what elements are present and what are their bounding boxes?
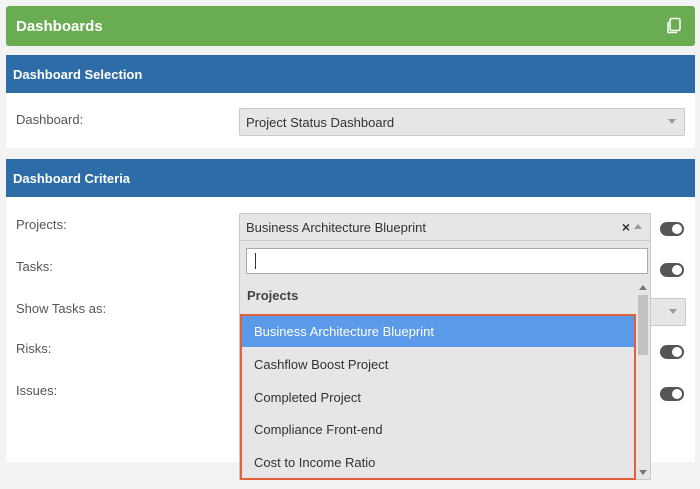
scroll-down-icon[interactable] — [639, 470, 647, 475]
scroll-up-icon[interactable] — [639, 285, 647, 290]
projects-toggle[interactable] — [660, 222, 684, 236]
section-title: Dashboard Selection — [13, 66, 143, 82]
issues-toggle[interactable] — [660, 387, 684, 401]
risks-label: Risks: — [16, 341, 52, 356]
projects-select-value: Business Architecture Blueprint — [246, 219, 426, 235]
projects-select[interactable]: Business Architecture Blueprint × — [239, 213, 651, 241]
options-list: Business Architecture Blueprint Cashflow… — [240, 314, 636, 480]
dashboard-select-value: Project Status Dashboard — [246, 114, 395, 130]
tasks-label: Tasks: — [16, 259, 53, 274]
issues-label: Issues: — [16, 383, 58, 398]
projects-label: Projects: — [16, 217, 67, 232]
risks-toggle[interactable] — [660, 345, 684, 359]
dashboard-label: Dashboard: — [16, 112, 84, 127]
dashboard-criteria-header: Dashboard Criteria — [6, 159, 695, 197]
projects-dropdown: Projects Business Architecture Blueprint… — [239, 240, 651, 480]
page-title: Dashboards — [16, 17, 103, 35]
clear-icon[interactable]: × — [622, 219, 630, 235]
option-item[interactable]: Cost to Income Ratio — [242, 447, 634, 478]
chevron-up-icon — [634, 224, 642, 229]
copy-icon[interactable] — [665, 17, 683, 35]
show-tasks-label: Show Tasks as: — [16, 301, 107, 316]
option-item[interactable]: Compliance Front-end — [242, 414, 634, 445]
section-title: Dashboard Criteria — [13, 170, 131, 186]
option-item[interactable]: Completed Project — [242, 382, 634, 413]
text-cursor — [255, 253, 256, 269]
scroll-thumb[interactable] — [638, 295, 648, 355]
option-item[interactable]: Cashflow Boost Project — [242, 349, 634, 380]
option-group-label: Projects — [247, 288, 299, 303]
chevron-down-icon — [668, 119, 676, 124]
dropdown-search-input[interactable] — [246, 248, 648, 274]
tasks-toggle[interactable] — [660, 263, 684, 277]
title-bar: Dashboards — [6, 6, 695, 46]
dropdown-scrollbar[interactable] — [636, 281, 650, 479]
dashboard-select[interactable]: Project Status Dashboard — [239, 108, 685, 136]
chevron-down-icon — [669, 309, 677, 314]
dashboard-selection-header: Dashboard Selection — [6, 55, 695, 93]
option-item[interactable]: Business Architecture Blueprint — [242, 316, 634, 347]
